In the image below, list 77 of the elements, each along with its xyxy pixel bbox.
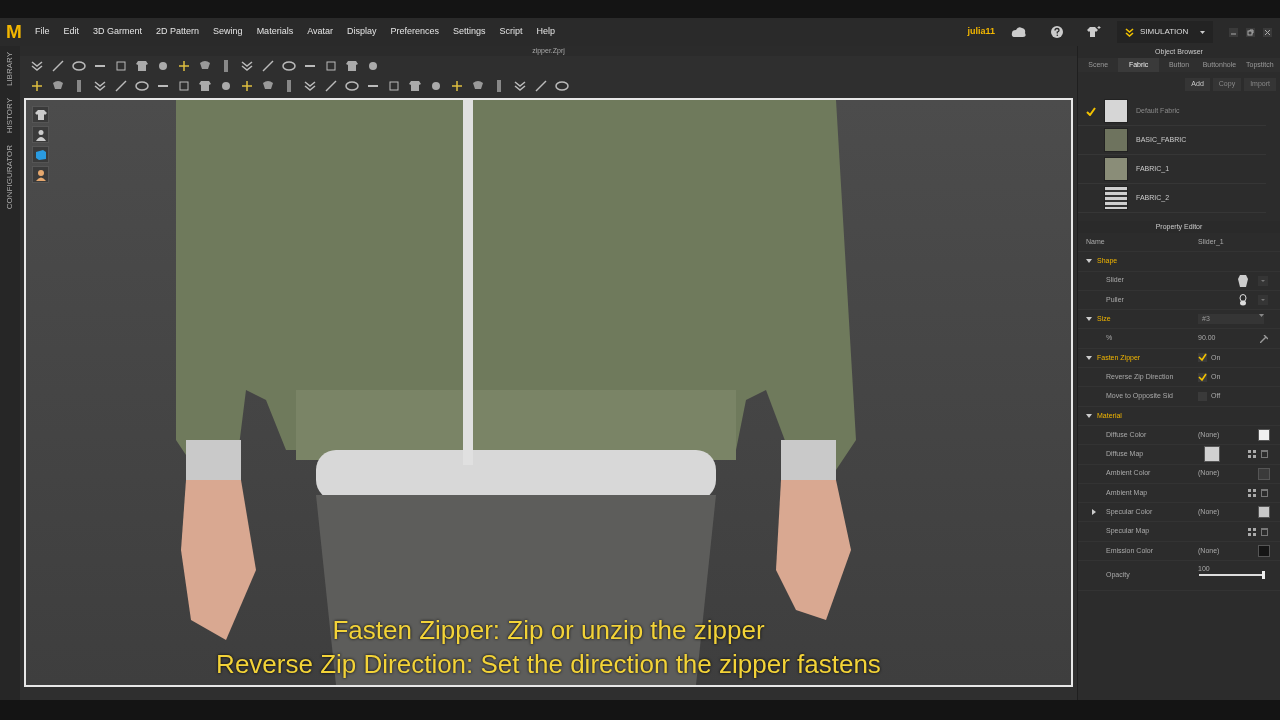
cube-icon[interactable] [32, 146, 49, 163]
line-icon[interactable] [114, 79, 128, 93]
triangle-icon[interactable] [1086, 355, 1092, 360]
move-icon[interactable] [450, 79, 464, 93]
rectangle-icon[interactable] [114, 59, 128, 73]
shirt-icon[interactable] [135, 59, 149, 73]
grid-icon[interactable] [1248, 489, 1256, 497]
line-icon[interactable] [261, 59, 275, 73]
rectangle-icon[interactable] [387, 79, 401, 93]
side-tab[interactable]: HISTORY [4, 98, 16, 134]
circle-icon[interactable] [156, 59, 170, 73]
grid-icon[interactable] [1248, 527, 1256, 536]
color-swatch[interactable] [1258, 506, 1270, 519]
circle-icon[interactable] [429, 79, 443, 93]
person-icon[interactable] [32, 166, 49, 183]
grid-icon[interactable] [1248, 450, 1256, 459]
delete-icon[interactable] [1261, 489, 1268, 497]
caret-icon [1259, 314, 1264, 318]
color-swatch[interactable] [1258, 429, 1270, 442]
menu-item[interactable]: Preferences [383, 25, 447, 39]
menu-item[interactable]: Script [492, 25, 530, 39]
app-logo: M [5, 20, 23, 44]
circle-icon[interactable] [219, 79, 233, 93]
close-icon[interactable] [1263, 27, 1272, 37]
slider-icon [1238, 274, 1248, 287]
rectangle-icon[interactable] [177, 79, 191, 93]
move-icon[interactable] [177, 59, 191, 73]
line-icon[interactable] [534, 79, 548, 93]
avatar-icon[interactable] [32, 126, 49, 143]
chevrons-icon [1125, 27, 1134, 37]
shirt-icon[interactable] [198, 79, 212, 93]
menu-item[interactable]: 2D Pattern [149, 25, 207, 39]
texture-thumbnail[interactable] [1204, 446, 1220, 463]
delete-icon[interactable] [1261, 450, 1268, 459]
opacity-slider[interactable] [1199, 574, 1263, 577]
shirt-icon[interactable] [32, 106, 49, 123]
checkbox[interactable] [1198, 353, 1207, 363]
cloud-icon[interactable] [1011, 26, 1027, 38]
menu-item[interactable]: Materials [249, 25, 301, 39]
menu-item[interactable]: Settings [446, 25, 493, 39]
rectangle-icon[interactable] [324, 59, 338, 73]
menu-item[interactable]: Help [529, 25, 563, 39]
restore-icon[interactable] [1246, 27, 1255, 37]
help-icon[interactable] [1051, 26, 1063, 38]
side-tab[interactable]: LIBRARY [4, 52, 16, 87]
side-tab[interactable]: CONFIGURATOR [4, 145, 16, 210]
color-swatch[interactable] [1258, 467, 1270, 480]
shirt-icon[interactable] [345, 59, 359, 73]
menu-item[interactable]: Avatar [300, 25, 340, 39]
check-icon [1086, 106, 1096, 116]
menu-item[interactable]: Edit [56, 25, 87, 39]
subtitle-text: Reverse Zip Direction: Set the direction the zipper fastens [216, 648, 881, 681]
menu-item[interactable]: File [28, 25, 57, 39]
move-icon[interactable] [240, 79, 254, 93]
menu-item[interactable]: Display [340, 25, 384, 39]
3d-viewport[interactable]: Fasten Zipper: Zip or unzip the zipper Reverse Zip Direction: Set the direction the zipper fastens [24, 98, 1073, 687]
line-icon[interactable] [51, 59, 65, 73]
circle-icon[interactable] [366, 59, 380, 73]
triangle-icon[interactable] [1086, 317, 1092, 322]
triangle-icon[interactable] [1086, 259, 1092, 264]
move-icon[interactable] [30, 79, 44, 93]
checkbox[interactable] [1198, 372, 1207, 382]
puller-icon [1238, 294, 1248, 307]
shirt-icon[interactable] [1087, 26, 1101, 38]
user-name[interactable]: julia11 [967, 25, 995, 39]
delete-icon[interactable] [1261, 527, 1268, 536]
shirt-icon[interactable] [408, 79, 422, 93]
triangle-icon[interactable] [1092, 509, 1096, 516]
line-icon[interactable] [324, 79, 338, 93]
mode-dropdown[interactable]: SIMULATION [1117, 21, 1213, 43]
menu-item[interactable]: 3D Garment [86, 25, 150, 39]
caret-icon [1200, 30, 1205, 34]
subtitle-text: Fasten Zipper: Zip or unzip the zipper [332, 614, 765, 647]
menu-item[interactable]: Sewing [206, 25, 250, 39]
minimize-icon[interactable] [1229, 27, 1238, 37]
color-swatch[interactable] [1258, 544, 1270, 557]
triangle-icon[interactable] [1086, 413, 1092, 418]
